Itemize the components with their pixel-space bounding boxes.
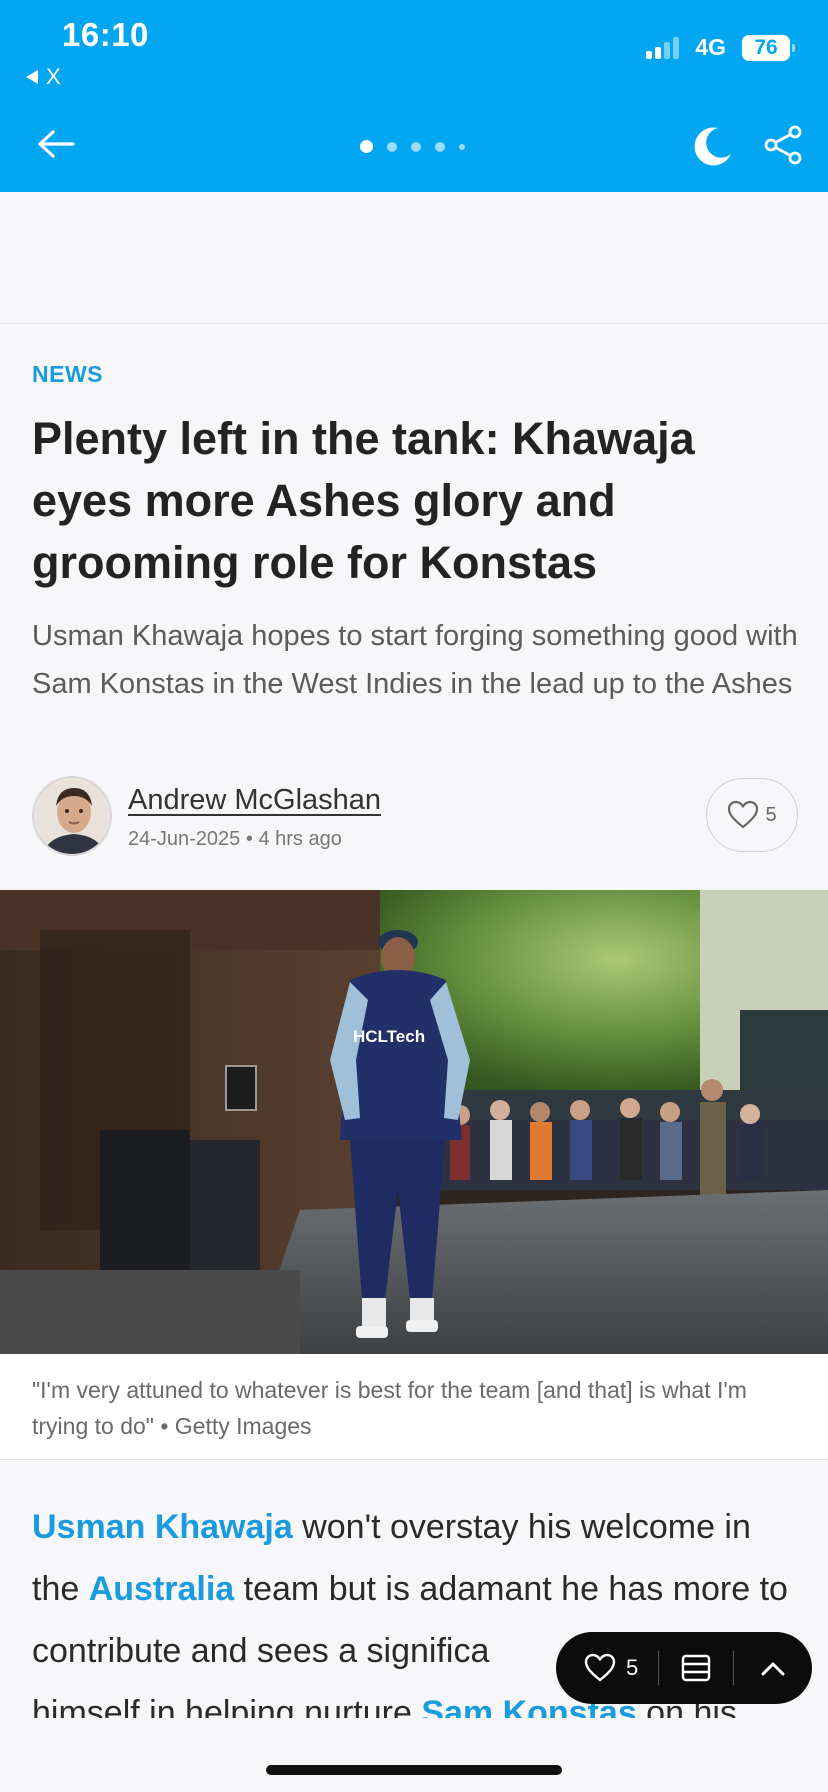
heart-icon	[728, 800, 759, 829]
back-to-app-button[interactable]: X	[26, 64, 61, 90]
bottom-safe-area	[0, 1718, 828, 1792]
article-meta: 24-Jun-2025 • 4 hrs ago	[128, 828, 342, 851]
home-indicator[interactable]	[266, 1765, 562, 1775]
back-arrow-icon[interactable]	[36, 124, 76, 164]
article-date: 24-Jun-2025	[128, 828, 241, 850]
page-indicator	[360, 140, 465, 153]
meta-separator: •	[245, 828, 259, 850]
page-dot[interactable]	[411, 141, 421, 152]
author-name[interactable]: Andrew McGlashan	[128, 784, 381, 817]
status-time: 16:10	[62, 16, 149, 53]
status-indicators: 4G 76	[646, 34, 795, 61]
floating-like-button[interactable]: 5	[556, 1653, 658, 1683]
page-dot[interactable]	[459, 143, 465, 150]
byline: Andrew McGlashan 24-Jun-2025 • 4 hrs ago…	[32, 776, 798, 856]
hero-image[interactable]: HCLTech	[0, 890, 828, 1354]
article-summary: Usman Khawaja hopes to start forging som…	[32, 620, 798, 700]
signal-icon	[646, 36, 680, 59]
app-screen: 16:10 X 4G 76 NEWS Plenty left in the ta…	[0, 0, 828, 1792]
moon-icon[interactable]	[690, 124, 734, 168]
image-caption-box: "I'm very attuned to whatever is best fo…	[0, 1354, 828, 1460]
back-app-label: X	[46, 64, 61, 89]
battery-icon: 76	[742, 34, 795, 61]
page-dot[interactable]	[435, 141, 445, 152]
network-type: 4G	[695, 34, 726, 60]
floating-like-count: 5	[626, 1655, 639, 1680]
floating-action-bar: 5	[556, 1632, 812, 1704]
chevron-up-icon[interactable]	[734, 1659, 812, 1677]
like-button[interactable]: 5	[706, 778, 798, 852]
author-avatar[interactable]	[32, 776, 112, 856]
link-australia[interactable]: Australia	[89, 1570, 235, 1608]
hero-jersey-text: HCLTech	[353, 1027, 425, 1046]
like-count: 5	[765, 803, 777, 826]
article-headline: Plenty left in the tank: Khawaja eyes mo…	[32, 413, 695, 588]
share-icon[interactable]	[762, 124, 804, 166]
top-bar: 16:10 X 4G 76	[0, 0, 828, 192]
article-time-ago: 4 hrs ago	[258, 828, 342, 850]
ad-placeholder	[0, 192, 828, 324]
article-body: Usman Khawaja won't overstay his welcome…	[32, 1496, 802, 1744]
article-category[interactable]: NEWS	[32, 361, 103, 388]
page-dot[interactable]	[360, 140, 373, 153]
image-caption: "I'm very attuned to whatever is best fo…	[32, 1377, 747, 1439]
list-icon[interactable]	[659, 1654, 733, 1682]
battery-level: 76	[754, 35, 778, 59]
back-triangle-icon	[26, 70, 38, 84]
page-dot[interactable]	[387, 141, 397, 152]
link-usman-khawaja[interactable]: Usman Khawaja	[32, 1508, 293, 1546]
heart-icon	[584, 1653, 616, 1682]
